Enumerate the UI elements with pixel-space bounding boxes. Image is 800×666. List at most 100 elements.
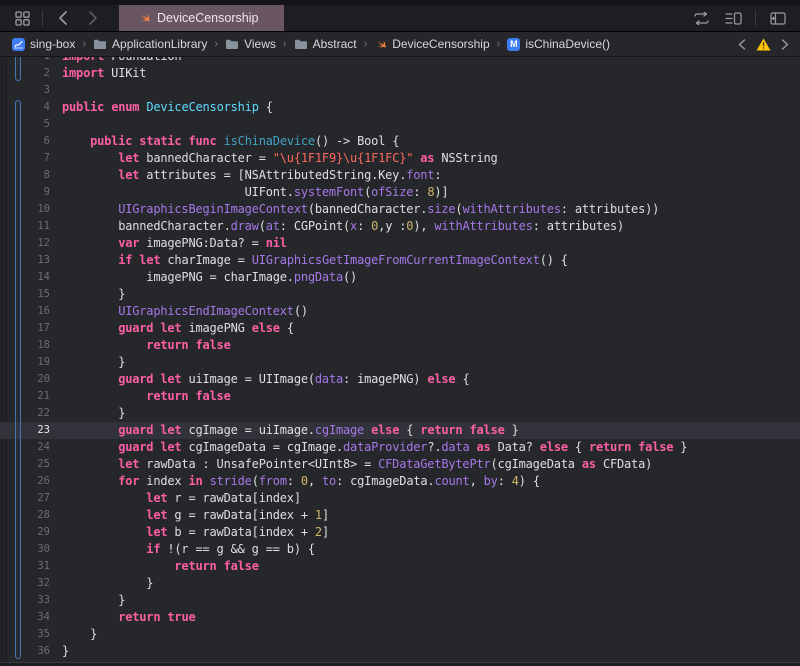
line-number[interactable]: 12 [0, 235, 52, 252]
code-line[interactable]: 24 guard let cgImageData = cgImage.dataP… [0, 439, 800, 456]
code-line[interactable]: 19 } [0, 354, 800, 371]
code-line[interactable]: 12 var imagePNG:Data? = nil [0, 235, 800, 252]
code-line[interactable]: 21 return false [0, 388, 800, 405]
code-text: guard let uiImage = UIImage(data: imageP… [52, 371, 469, 388]
line-number[interactable]: 10 [0, 201, 52, 218]
source-control-change-bar[interactable] [15, 100, 21, 659]
tab-overview-icon[interactable] [10, 7, 34, 29]
line-number[interactable]: 17 [0, 320, 52, 337]
breadcrumb-item-sing-box[interactable]: sing-box [12, 37, 75, 51]
code-text: if !(r == g && g == b) { [52, 541, 315, 558]
line-number[interactable]: 3 [0, 82, 52, 99]
source-control-change-bar[interactable] [15, 57, 21, 81]
breadcrumb-item-applicationlibrary[interactable]: ApplicationLibrary [93, 37, 207, 51]
breadcrumb-item-ischinadevice-[interactable]: MisChinaDevice() [507, 37, 610, 51]
code-line[interactable]: 14 imagePNG = charImage.pngData() [0, 269, 800, 286]
line-number[interactable]: 25 [0, 456, 52, 473]
code-line[interactable]: 30 if !(r == g && g == b) { [0, 541, 800, 558]
breadcrumb-item-abstract[interactable]: Abstract [294, 37, 357, 51]
code-line[interactable]: 20 guard let uiImage = UIImage(data: ima… [0, 371, 800, 388]
next-issue-icon[interactable] [778, 33, 792, 55]
code-text: imagePNG = charImage.pngData() [52, 269, 357, 286]
code-line[interactable]: 1import Foundation [0, 57, 800, 65]
line-number[interactable]: 8 [0, 167, 52, 184]
code-line[interactable]: 22 } [0, 405, 800, 422]
code-editor[interactable]: 1import Foundation2import UIKit34public … [0, 57, 800, 662]
code-text: import UIKit [52, 65, 146, 82]
line-number[interactable]: 20 [0, 371, 52, 388]
code-line[interactable]: 5 [0, 116, 800, 133]
code-line[interactable]: 16 UIGraphicsEndImageContext() [0, 303, 800, 320]
code-text: guard let cgImageData = cgImage.dataProv… [52, 439, 687, 456]
line-number[interactable]: 33 [0, 592, 52, 609]
code-line[interactable]: 10 UIGraphicsBeginImageContext(bannedCha… [0, 201, 800, 218]
line-number[interactable]: 30 [0, 541, 52, 558]
code-line[interactable]: 35 } [0, 626, 800, 643]
code-text: let bannedCharacter = "\u{1F1F9}\u{1F1FC… [52, 150, 498, 167]
code-line[interactable]: 29 let b = rawData[index + 2] [0, 524, 800, 541]
code-line[interactable]: 6 public static func isChinaDevice() -> … [0, 133, 800, 150]
line-number[interactable]: 26 [0, 473, 52, 490]
line-number[interactable]: 23 [0, 422, 52, 439]
code-line[interactable]: 33 } [0, 592, 800, 609]
breadcrumb-item-views[interactable]: Views [225, 37, 276, 51]
line-number[interactable]: 35 [0, 626, 52, 643]
code-review-icon[interactable] [689, 7, 713, 29]
code-line[interactable]: 27 let r = rawData[index] [0, 490, 800, 507]
line-number[interactable]: 6 [0, 133, 52, 150]
previous-issue-icon[interactable] [735, 33, 749, 55]
line-number[interactable]: 14 [0, 269, 52, 286]
line-number[interactable]: 28 [0, 507, 52, 524]
back-icon[interactable] [51, 7, 75, 29]
code-line[interactable]: 2import UIKit [0, 65, 800, 82]
line-number[interactable]: 21 [0, 388, 52, 405]
code-text: } [52, 626, 97, 643]
line-number[interactable]: 15 [0, 286, 52, 303]
line-number[interactable]: 27 [0, 490, 52, 507]
code-line[interactable]: 26 for index in stride(from: 0, to: cgIm… [0, 473, 800, 490]
line-number[interactable]: 22 [0, 405, 52, 422]
line-number[interactable]: 18 [0, 337, 52, 354]
line-number[interactable]: 34 [0, 609, 52, 626]
code-line[interactable]: 15 } [0, 286, 800, 303]
code-line[interactable]: 7 let bannedCharacter = "\u{1F1F9}\u{1F1… [0, 150, 800, 167]
code-line[interactable]: 4public enum DeviceCensorship { [0, 99, 800, 116]
line-number[interactable]: 5 [0, 116, 52, 133]
code-line[interactable]: 9 UIFont.systemFont(ofSize: 8)] [0, 184, 800, 201]
breadcrumb-item-devicecensorship[interactable]: DeviceCensorship [374, 37, 489, 51]
code-line[interactable]: 3 [0, 82, 800, 99]
line-number[interactable]: 4 [0, 99, 52, 116]
line-number[interactable]: 11 [0, 218, 52, 235]
line-number[interactable]: 32 [0, 575, 52, 592]
chevron-right-icon: › [82, 38, 86, 50]
editor-options-icon[interactable] [721, 7, 745, 29]
code-line[interactable]: 28 let g = rawData[index + 1] [0, 507, 800, 524]
code-line[interactable]: 36} [0, 643, 800, 660]
code-line[interactable]: 17 guard let imagePNG else { [0, 320, 800, 337]
code-line[interactable]: 18 return false [0, 337, 800, 354]
code-line[interactable]: 8 let attributes = [NSAttributedString.K… [0, 167, 800, 184]
line-number[interactable]: 31 [0, 558, 52, 575]
code-line[interactable]: 23 guard let cgImage = uiImage.cgImage e… [0, 422, 800, 439]
line-number[interactable]: 19 [0, 354, 52, 371]
code-line[interactable]: 32 } [0, 575, 800, 592]
line-number[interactable]: 16 [0, 303, 52, 320]
code-line[interactable]: 11 bannedCharacter.draw(at: CGPoint(x: 0… [0, 218, 800, 235]
line-number[interactable]: 9 [0, 184, 52, 201]
warning-icon[interactable] [756, 38, 771, 51]
editor-tab[interactable]: DeviceCensorship [119, 5, 284, 31]
line-number[interactable]: 13 [0, 252, 52, 269]
forward-icon[interactable] [81, 7, 105, 29]
code-line[interactable]: 34 return true [0, 609, 800, 626]
add-editor-icon[interactable] [766, 7, 790, 29]
line-number[interactable]: 29 [0, 524, 52, 541]
code-line[interactable]: 31 return false [0, 558, 800, 575]
line-number[interactable]: 1 [0, 57, 52, 65]
line-number[interactable]: 7 [0, 150, 52, 167]
line-number[interactable]: 24 [0, 439, 52, 456]
line-number[interactable]: 36 [0, 643, 52, 660]
swift-icon [137, 11, 151, 25]
code-line[interactable]: 25 let rawData : UnsafePointer<UInt8> = … [0, 456, 800, 473]
line-number[interactable]: 2 [0, 65, 52, 82]
code-line[interactable]: 13 if let charImage = UIGraphicsGetImage… [0, 252, 800, 269]
